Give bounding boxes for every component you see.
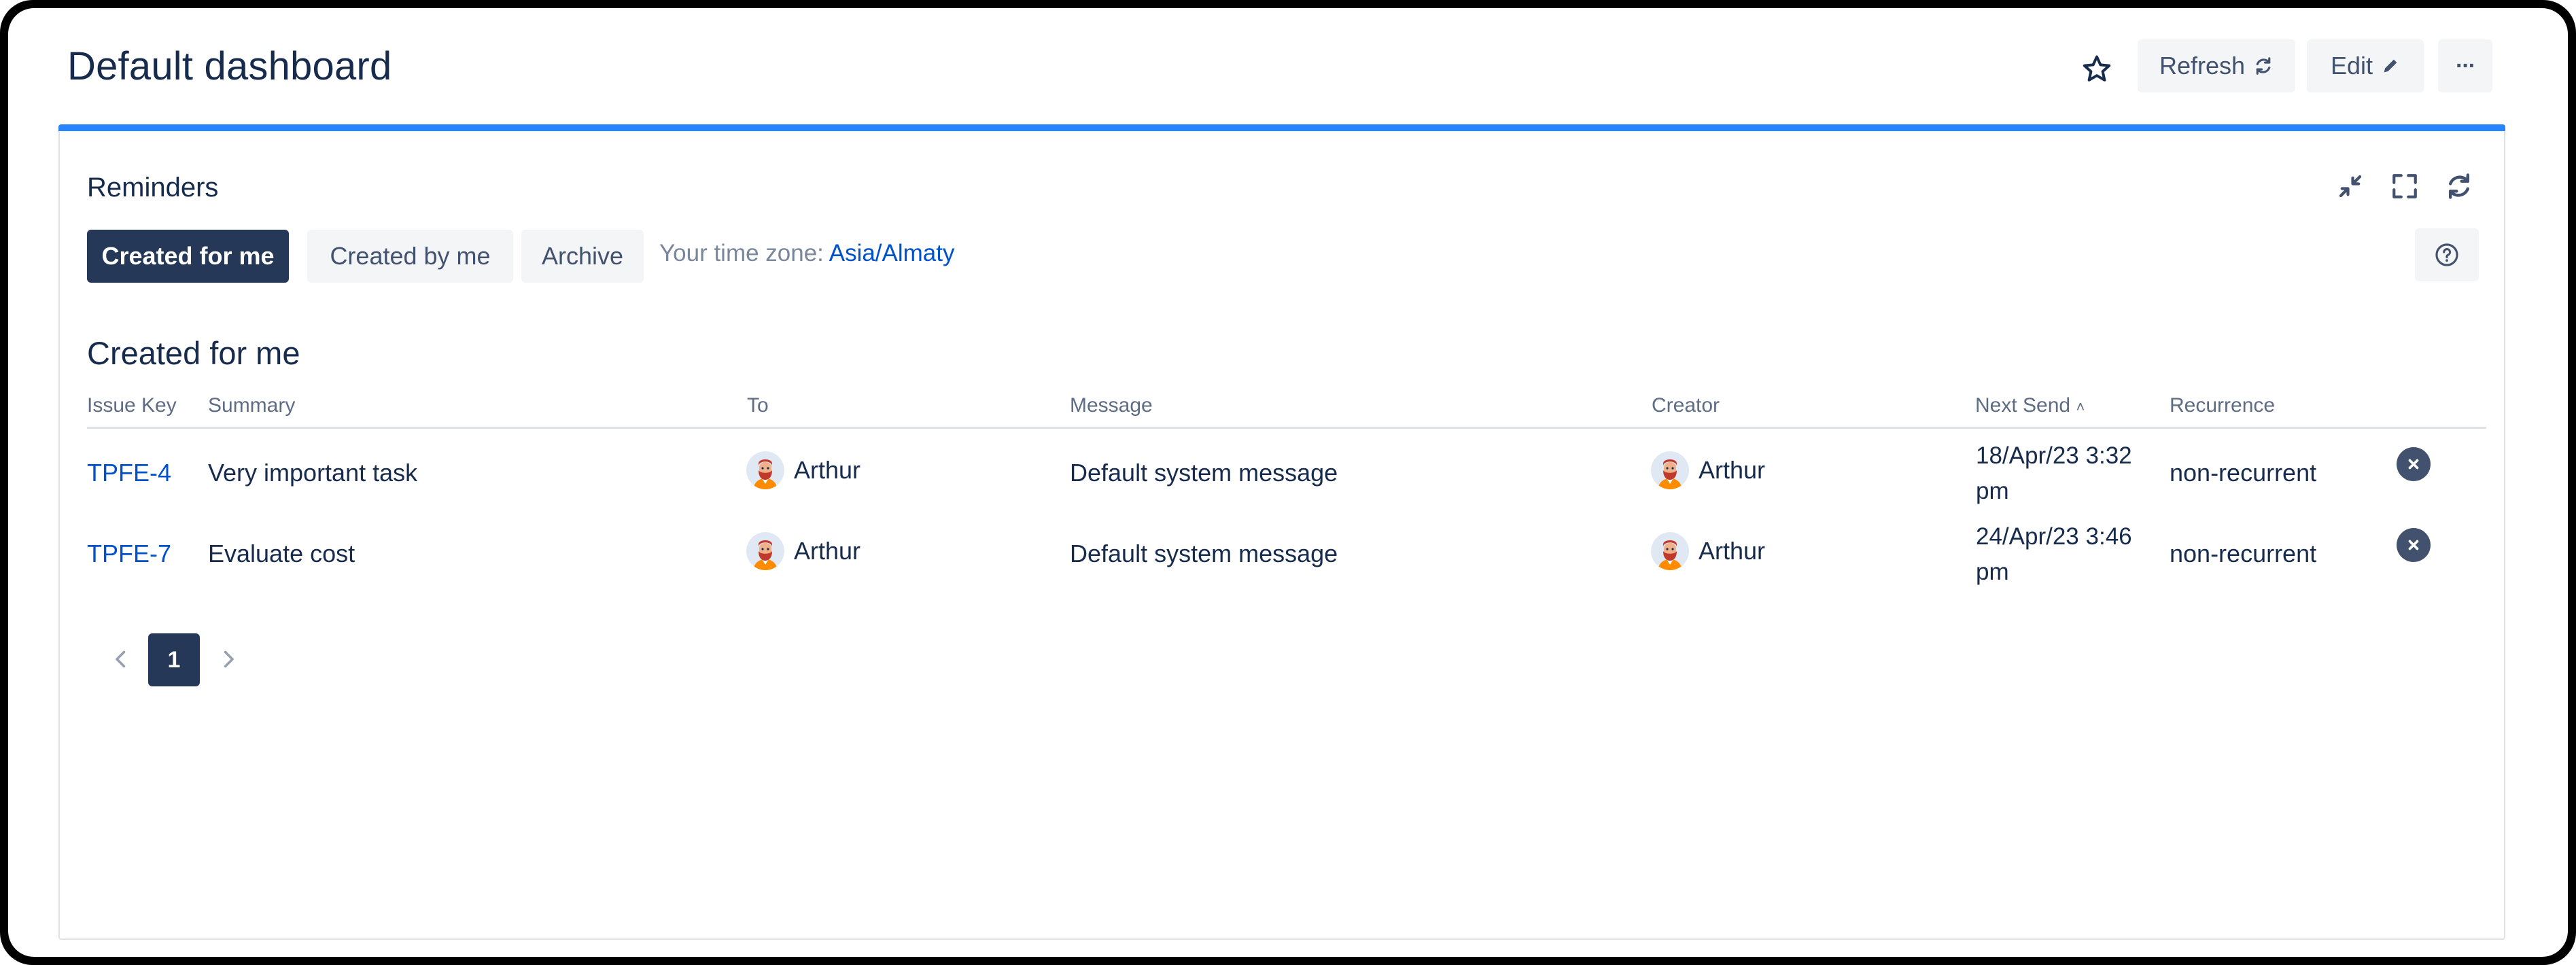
- user-name: Arthur: [794, 456, 861, 484]
- col-header-recurrence: Recurrence: [2170, 394, 2276, 417]
- favorite-star-button[interactable]: [2076, 49, 2117, 90]
- chevron-right-icon: [224, 650, 234, 668]
- avatar: [1651, 451, 1689, 489]
- timezone-link[interactable]: Asia/Almaty: [829, 240, 955, 266]
- creator-user[interactable]: Arthur: [1651, 451, 1765, 489]
- tab-created-for-me[interactable]: Created for me: [87, 230, 289, 283]
- reload-icon: [2448, 173, 2470, 199]
- pagination-next-button[interactable]: [216, 647, 241, 675]
- col-header-creator: Creator: [1652, 394, 1720, 417]
- col-header-message: Message: [1070, 394, 1153, 417]
- to-user[interactable]: Arthur: [746, 451, 860, 489]
- pencil-icon: [2384, 59, 2397, 73]
- tab-archive[interactable]: Archive: [521, 230, 644, 283]
- refresh-label: Refresh: [2159, 52, 2246, 80]
- user-name: Arthur: [1699, 456, 1766, 484]
- to-user[interactable]: Arthur: [746, 532, 860, 570]
- more-actions-button[interactable]: ···: [2438, 39, 2492, 92]
- screen: Default dashboard Refresh Edit ··· Remin…: [0, 0, 2576, 965]
- reload-gadget-button[interactable]: [2440, 167, 2478, 205]
- edit-label: Edit: [2330, 52, 2373, 80]
- message-cell: Default system message: [1070, 540, 1338, 567]
- creator-user[interactable]: Arthur: [1651, 532, 1765, 570]
- pagination-prev-button[interactable]: [109, 647, 133, 675]
- chevron-left-icon: [116, 650, 126, 668]
- tab-created-by-me[interactable]: Created by me: [307, 230, 513, 283]
- avatar: [746, 532, 784, 570]
- gadget-title: Reminders: [87, 173, 219, 203]
- timezone-info: Your time zone: Asia/Almaty: [659, 240, 955, 267]
- recurrence-cell: non-recurrent: [2170, 459, 2317, 487]
- timezone-prefix: Your time zone:: [659, 240, 824, 266]
- delete-reminder-button[interactable]: [2397, 528, 2431, 562]
- summary-cell: Evaluate cost: [208, 540, 355, 567]
- delete-reminder-button[interactable]: [2397, 447, 2431, 481]
- user-name: Arthur: [1699, 537, 1766, 565]
- star-icon: [2083, 55, 2111, 82]
- next-send-cell: 24/Apr/23 3:46 pm: [1976, 523, 2132, 585]
- pagination-current-page[interactable]: 1: [148, 633, 200, 686]
- next-send-label: Next Send: [1975, 394, 2071, 417]
- refresh-icon: [2256, 57, 2271, 75]
- minimize-gadget-button[interactable]: [2331, 167, 2369, 205]
- more-label: ···: [2456, 52, 2476, 79]
- issue-key-link[interactable]: TPFE-4: [87, 459, 171, 487]
- delete-icon: [2408, 540, 2419, 550]
- help-icon: [2435, 243, 2458, 266]
- maximize-gadget-button[interactable]: [2386, 167, 2424, 205]
- user-name: Arthur: [794, 537, 861, 565]
- avatar: [746, 451, 784, 489]
- refresh-button[interactable]: Refresh: [2138, 39, 2295, 92]
- delete-icon: [2408, 459, 2419, 470]
- col-header-to: To: [747, 394, 769, 417]
- col-header-summary: Summary: [208, 394, 296, 417]
- table-header-divider: [87, 427, 2486, 429]
- recurrence-cell: non-recurrent: [2170, 540, 2317, 567]
- col-header-next-send[interactable]: Next Send ˄: [1975, 394, 2085, 417]
- section-title: Created for me: [87, 335, 300, 371]
- col-header-issue-key: Issue Key: [87, 394, 177, 417]
- page-title: Default dashboard: [67, 44, 392, 88]
- message-cell: Default system message: [1070, 459, 1338, 487]
- edit-button[interactable]: Edit: [2307, 39, 2424, 92]
- avatar: [1651, 532, 1689, 570]
- minimize-icon: [2339, 175, 2362, 198]
- sort-indicator: ˄: [2076, 398, 2085, 415]
- summary-cell: Very important task: [208, 459, 418, 487]
- gadget-top-accent: [58, 124, 2505, 131]
- maximize-icon: [2392, 174, 2417, 198]
- help-button[interactable]: [2415, 228, 2479, 281]
- issue-key-link[interactable]: TPFE-7: [87, 540, 171, 568]
- next-send-cell: 18/Apr/23 3:32 pm: [1976, 442, 2132, 504]
